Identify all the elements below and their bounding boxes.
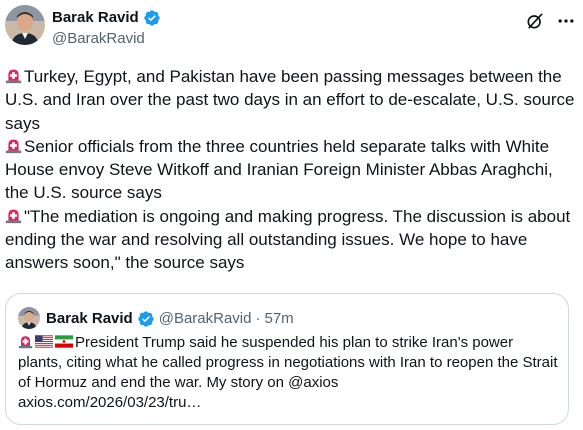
quoted-tweet[interactable]: Barak Ravid @BarakRavid · 57m President … [5, 293, 569, 425]
quoted-author-name: Barak Ravid [46, 310, 133, 327]
tweet-paragraph-text: "The mediation is ongoing and making pro… [5, 206, 571, 273]
verified-badge-icon [138, 311, 154, 327]
quoted-avatar [18, 307, 40, 329]
quoted-header: Barak Ravid @BarakRavid · 57m [46, 309, 294, 329]
siren-icon [5, 139, 22, 154]
grok-icon[interactable] [525, 11, 545, 31]
us-flag-icon [35, 335, 53, 348]
tweet-paragraph: "The mediation is ongoing and making pro… [5, 205, 577, 275]
quoted-link[interactable]: axios.com/2026/03/23/tru… [18, 394, 201, 411]
siren-icon [5, 69, 22, 84]
author-info: Barak Ravid @BarakRavid [52, 8, 161, 49]
quoted-text: President Trump said he suspended his pl… [18, 333, 558, 413]
quoted-timestamp: 57m [264, 310, 294, 327]
avatar[interactable] [5, 5, 45, 45]
siren-icon [18, 336, 33, 349]
tweet-paragraph-text: Senior officials from the three countrie… [5, 136, 553, 203]
separator-dot: · [255, 310, 261, 327]
verified-badge-icon [144, 10, 160, 26]
tweet: Barak Ravid @BarakRavid Turkey, Egypt, a… [0, 0, 583, 430]
tweet-paragraph: Turkey, Egypt, and Pakistan have been pa… [5, 65, 577, 135]
quoted-author-handle: @BarakRavid [158, 310, 252, 327]
siren-icon [5, 209, 22, 223]
tweet-text: Turkey, Egypt, and Pakistan have been pa… [5, 65, 577, 275]
quoted-text-content: President Trump said he suspended his pl… [18, 334, 558, 391]
more-options-icon[interactable] [556, 11, 576, 31]
iran-flag-icon [55, 335, 73, 348]
author-name-row: Barak Ravid [52, 8, 161, 28]
author-handle[interactable]: @BarakRavid [52, 29, 161, 49]
tweet-paragraph-text: Turkey, Egypt, and Pakistan have been pa… [5, 67, 575, 133]
author-name[interactable]: Barak Ravid [52, 8, 139, 28]
tweet-paragraph: Senior officials from the three countrie… [5, 135, 577, 205]
